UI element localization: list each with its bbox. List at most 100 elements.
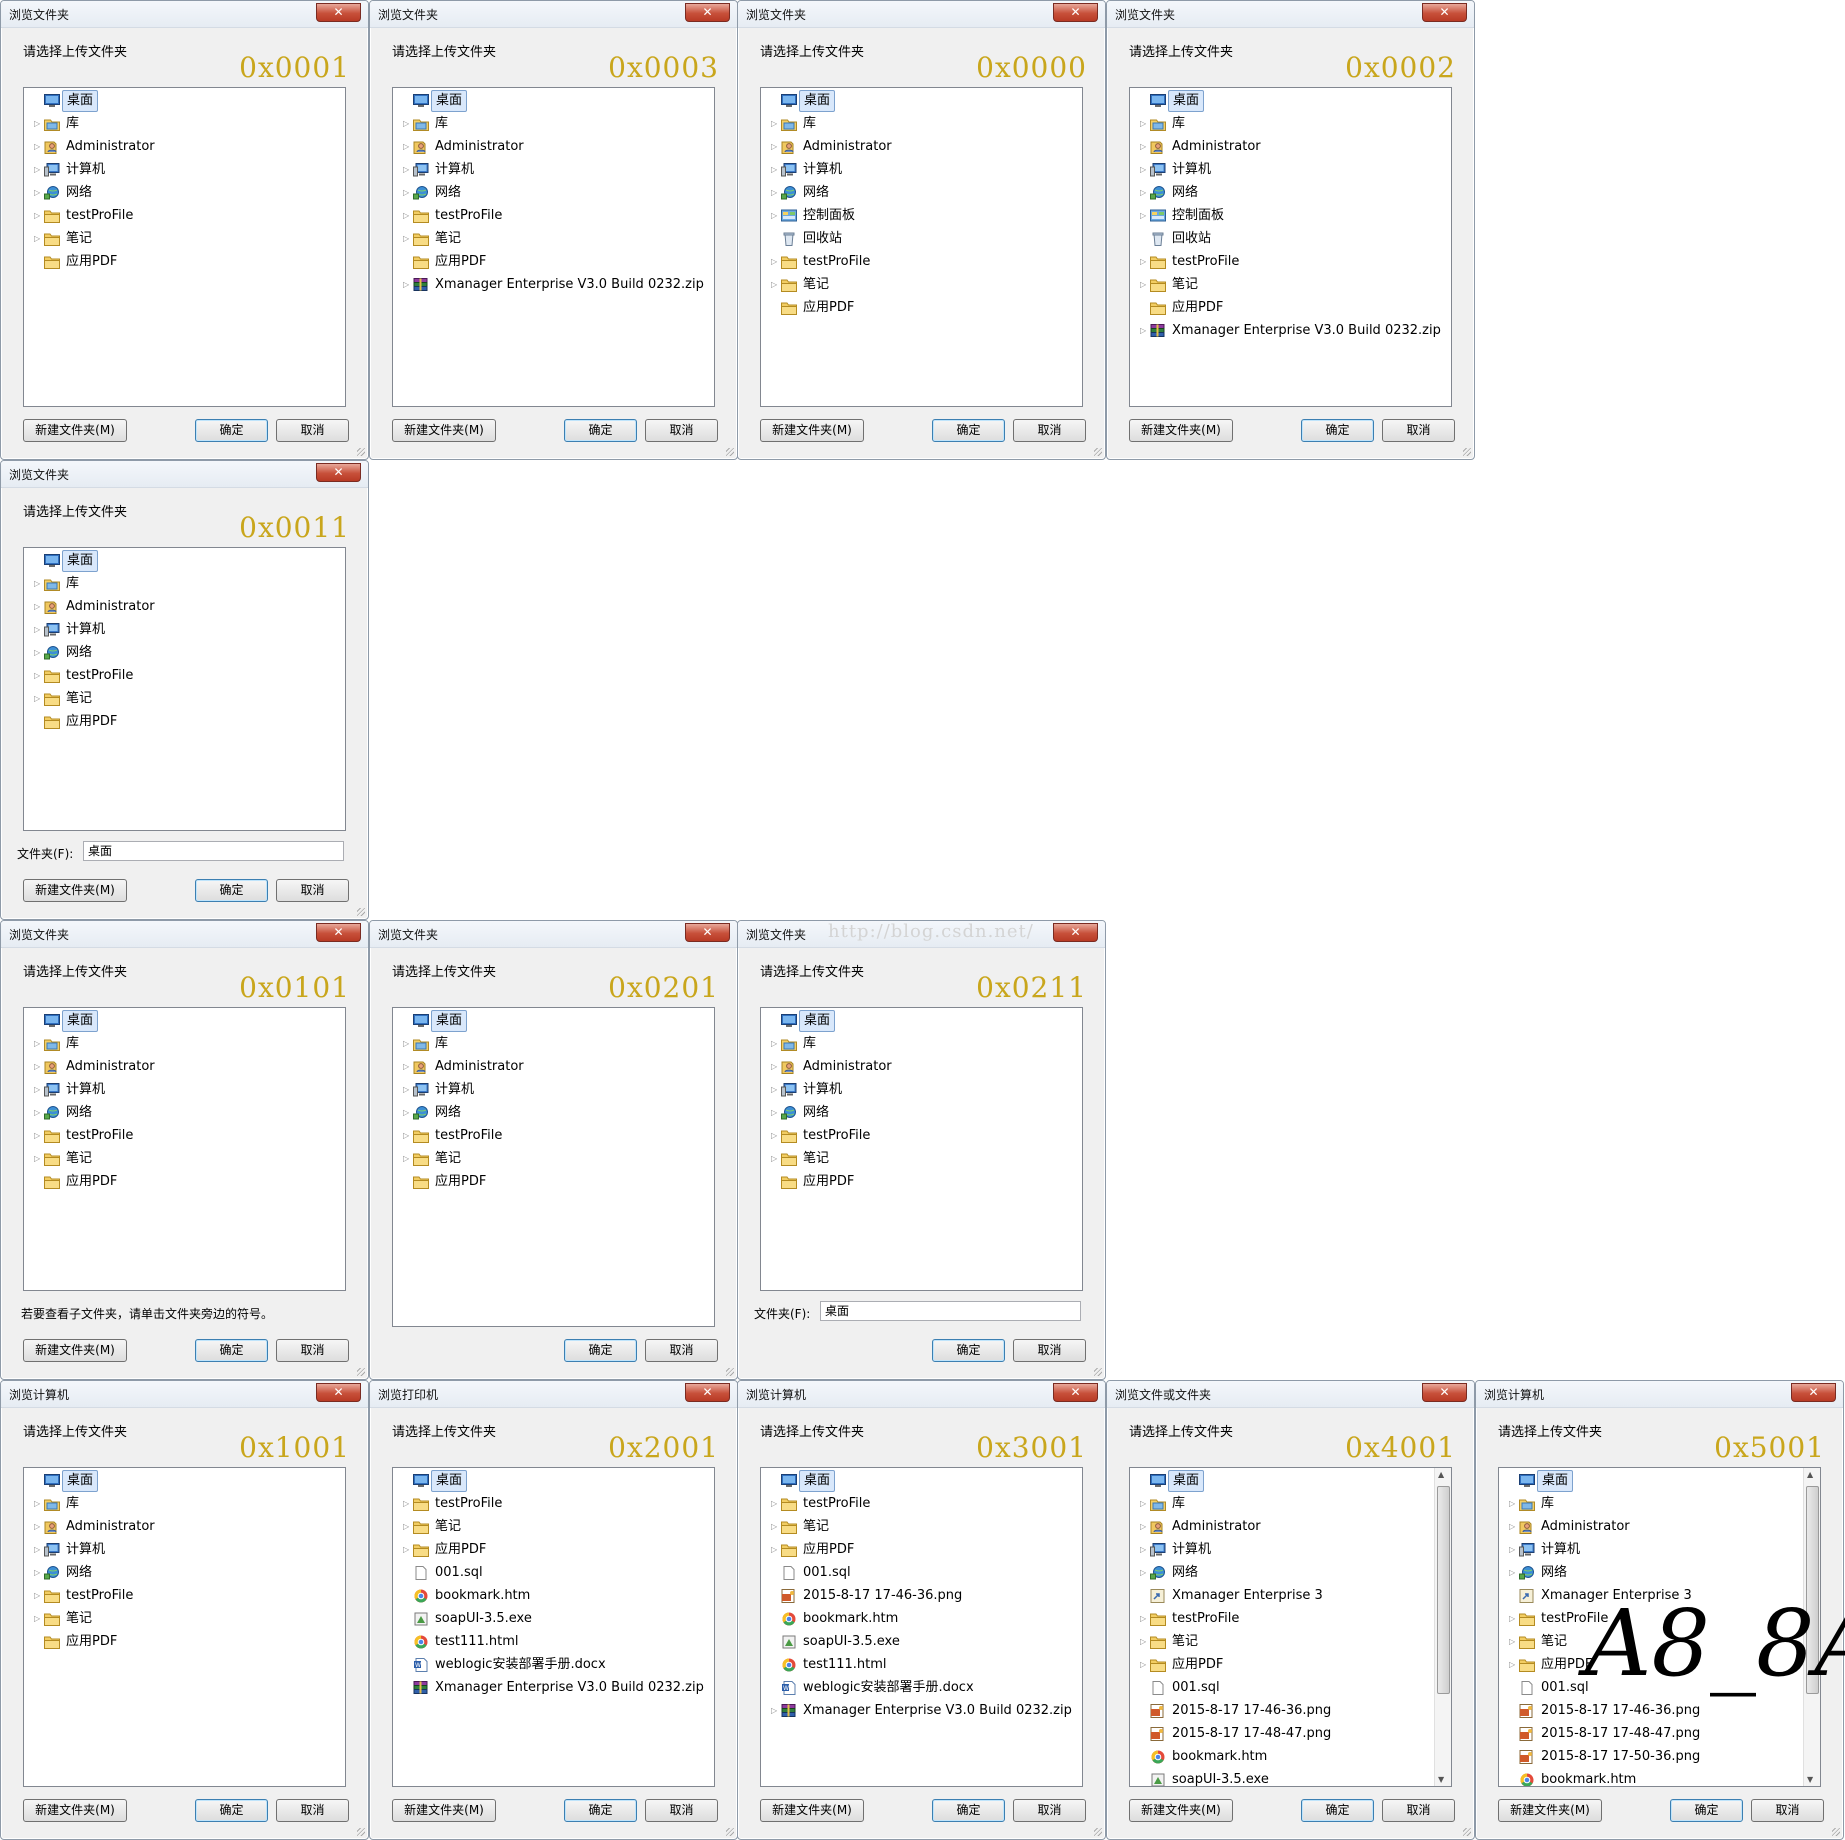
title-bar[interactable]: 浏览文件夹 ✕ <box>1 921 368 948</box>
resize-grip[interactable] <box>726 1828 734 1836</box>
expand-arrow-icon[interactable]: ▷ <box>771 252 779 272</box>
cancel-button[interactable]: 取消 <box>1382 419 1455 442</box>
folder-tree[interactable]: 桌面 ▷ 库 ▷ Administrator ▷ 计算机 ▷ 网络 ▷ testProFile ▷ 笔记… <box>392 87 715 407</box>
expand-arrow-icon[interactable]: ▷ <box>34 137 42 157</box>
resize-grip[interactable] <box>726 448 734 456</box>
expand-arrow-icon[interactable]: ▷ <box>34 574 42 594</box>
close-button[interactable]: ✕ <box>685 923 730 942</box>
cancel-button[interactable]: 取消 <box>645 1339 718 1362</box>
folder-tree[interactable]: 桌面 ▷ testProFile ▷ 笔记 ▷ 应用PDF 001.sql 2015-8-17 … <box>760 1467 1083 1787</box>
folder-tree[interactable]: 桌面 ▷ 库 ▷ Administrator ▷ 计算机 ▷ 网络 ▷ testProFile ▷ 笔记… <box>23 1467 346 1787</box>
title-bar[interactable]: 浏览文件夹 ✕ <box>1 461 368 488</box>
expand-arrow-icon[interactable]: ▷ <box>34 666 42 686</box>
expand-arrow-icon[interactable]: ▷ <box>34 1586 42 1606</box>
scroll-down-icon[interactable]: ▼ <box>1438 1775 1444 1784</box>
folder-tree[interactable]: 桌面 ▷ 库 ▷ Administrator ▷ 计算机 ▷ 网络 Xmanager Enterp… <box>1129 1467 1452 1787</box>
title-bar[interactable]: 浏览计算机 ✕ <box>738 1381 1105 1408</box>
expand-arrow-icon[interactable]: ▷ <box>403 1057 411 1077</box>
expand-arrow-icon[interactable]: ▷ <box>771 275 779 295</box>
title-bar[interactable]: 浏览文件或文件夹 ✕ <box>1107 1381 1474 1408</box>
expand-arrow-icon[interactable]: ▷ <box>34 689 42 709</box>
cancel-button[interactable]: 取消 <box>276 1339 349 1362</box>
expand-arrow-icon[interactable]: ▷ <box>1509 1517 1517 1537</box>
expand-arrow-icon[interactable]: ▷ <box>771 1103 779 1123</box>
expand-arrow-icon[interactable]: ▷ <box>771 114 779 134</box>
expand-arrow-icon[interactable]: ▷ <box>1140 1517 1148 1537</box>
ok-button[interactable]: 确定 <box>1301 1799 1374 1822</box>
expand-arrow-icon[interactable]: ▷ <box>34 1080 42 1100</box>
close-button[interactable]: ✕ <box>316 923 361 942</box>
folder-tree[interactable]: 桌面 ▷ 库 ▷ Administrator ▷ 计算机 ▷ 网络 ▷ testProFile ▷ 笔记… <box>760 1007 1083 1291</box>
expand-arrow-icon[interactable]: ▷ <box>1509 1494 1517 1514</box>
expand-arrow-icon[interactable]: ▷ <box>771 1080 779 1100</box>
expand-arrow-icon[interactable]: ▷ <box>403 114 411 134</box>
new-folder-button[interactable]: 新建文件夹(M) <box>1498 1799 1602 1822</box>
title-bar[interactable]: 浏览计算机 ✕ <box>1 1381 368 1408</box>
expand-arrow-icon[interactable]: ▷ <box>403 206 411 226</box>
resize-grip[interactable] <box>1094 448 1102 456</box>
expand-arrow-icon[interactable]: ▷ <box>771 1701 779 1721</box>
scroll-thumb[interactable] <box>1437 1486 1450 1694</box>
expand-arrow-icon[interactable]: ▷ <box>403 183 411 203</box>
cancel-button[interactable]: 取消 <box>276 1799 349 1822</box>
close-button[interactable]: ✕ <box>1791 1383 1836 1402</box>
expand-arrow-icon[interactable]: ▷ <box>34 1103 42 1123</box>
ok-button[interactable]: 确定 <box>932 1799 1005 1822</box>
expand-arrow-icon[interactable]: ▷ <box>1509 1563 1517 1583</box>
expand-arrow-icon[interactable]: ▷ <box>34 1540 42 1560</box>
title-bar[interactable]: 浏览文件夹 ✕ <box>370 921 737 948</box>
title-bar[interactable]: 浏览文件夹 ✕ <box>1 1 368 28</box>
resize-grip[interactable] <box>357 1368 365 1376</box>
resize-grip[interactable] <box>357 908 365 916</box>
expand-arrow-icon[interactable]: ▷ <box>1509 1632 1517 1652</box>
ok-button[interactable]: 确定 <box>932 1339 1005 1362</box>
resize-grip[interactable] <box>357 1828 365 1836</box>
expand-arrow-icon[interactable]: ▷ <box>1509 1655 1517 1675</box>
close-button[interactable]: ✕ <box>1422 3 1467 22</box>
folder-tree[interactable]: 桌面 ▷ testProFile ▷ 笔记 ▷ 应用PDF 001.sql bookmark.h… <box>392 1467 715 1787</box>
expand-arrow-icon[interactable]: ▷ <box>771 1149 779 1169</box>
new-folder-button[interactable]: 新建文件夹(M) <box>23 419 127 442</box>
cancel-button[interactable]: 取消 <box>1013 419 1086 442</box>
cancel-button[interactable]: 取消 <box>1751 1799 1824 1822</box>
expand-arrow-icon[interactable]: ▷ <box>771 1517 779 1537</box>
cancel-button[interactable]: 取消 <box>1013 1339 1086 1362</box>
expand-arrow-icon[interactable]: ▷ <box>34 1057 42 1077</box>
expand-arrow-icon[interactable]: ▷ <box>403 275 411 295</box>
new-folder-button[interactable]: 新建文件夹(M) <box>23 1799 127 1822</box>
folder-tree[interactable]: 桌面 ▷ 库 ▷ Administrator ▷ 计算机 ▷ 网络 ▷ testProFile ▷ 笔记… <box>23 87 346 407</box>
ok-button[interactable]: 确定 <box>1670 1799 1743 1822</box>
expand-arrow-icon[interactable]: ▷ <box>1509 1540 1517 1560</box>
folder-tree[interactable]: 桌面 ▷ 库 ▷ Administrator ▷ 计算机 ▷ 网络 ▷ testProFile ▷ 笔记… <box>392 1007 715 1327</box>
ok-button[interactable]: 确定 <box>195 1339 268 1362</box>
expand-arrow-icon[interactable]: ▷ <box>34 1563 42 1583</box>
expand-arrow-icon[interactable]: ▷ <box>1140 114 1148 134</box>
close-button[interactable]: ✕ <box>1053 923 1098 942</box>
close-button[interactable]: ✕ <box>316 1383 361 1402</box>
expand-arrow-icon[interactable]: ▷ <box>34 229 42 249</box>
title-bar[interactable]: 浏览打印机 ✕ <box>370 1381 737 1408</box>
title-bar[interactable]: 浏览文件夹 ✕ <box>370 1 737 28</box>
resize-grip[interactable] <box>357 448 365 456</box>
expand-arrow-icon[interactable]: ▷ <box>1140 252 1148 272</box>
expand-arrow-icon[interactable]: ▷ <box>1140 1655 1148 1675</box>
scroll-up-icon[interactable]: ▲ <box>1807 1470 1813 1479</box>
ok-button[interactable]: 确定 <box>195 419 268 442</box>
folder-tree[interactable]: 桌面 ▷ 库 ▷ Administrator ▷ 计算机 ▷ 网络 ▷ testProFile ▷ 笔记… <box>23 547 346 831</box>
expand-arrow-icon[interactable]: ▷ <box>403 1149 411 1169</box>
expand-arrow-icon[interactable]: ▷ <box>1140 1563 1148 1583</box>
expand-arrow-icon[interactable]: ▷ <box>34 1609 42 1629</box>
ok-button[interactable]: 确定 <box>932 419 1005 442</box>
resize-grip[interactable] <box>1463 1828 1471 1836</box>
expand-arrow-icon[interactable]: ▷ <box>34 183 42 203</box>
cancel-button[interactable]: 取消 <box>1382 1799 1455 1822</box>
expand-arrow-icon[interactable]: ▷ <box>403 1103 411 1123</box>
close-button[interactable]: ✕ <box>685 3 730 22</box>
expand-arrow-icon[interactable]: ▷ <box>34 1126 42 1146</box>
cancel-button[interactable]: 取消 <box>276 419 349 442</box>
title-bar[interactable]: 浏览文件夹 ✕ <box>738 1 1105 28</box>
close-button[interactable]: ✕ <box>1053 1383 1098 1402</box>
expand-arrow-icon[interactable]: ▷ <box>403 1494 411 1514</box>
title-bar[interactable]: 浏览文件夹 ✕ <box>1107 1 1474 28</box>
scroll-down-icon[interactable]: ▼ <box>1807 1775 1813 1784</box>
